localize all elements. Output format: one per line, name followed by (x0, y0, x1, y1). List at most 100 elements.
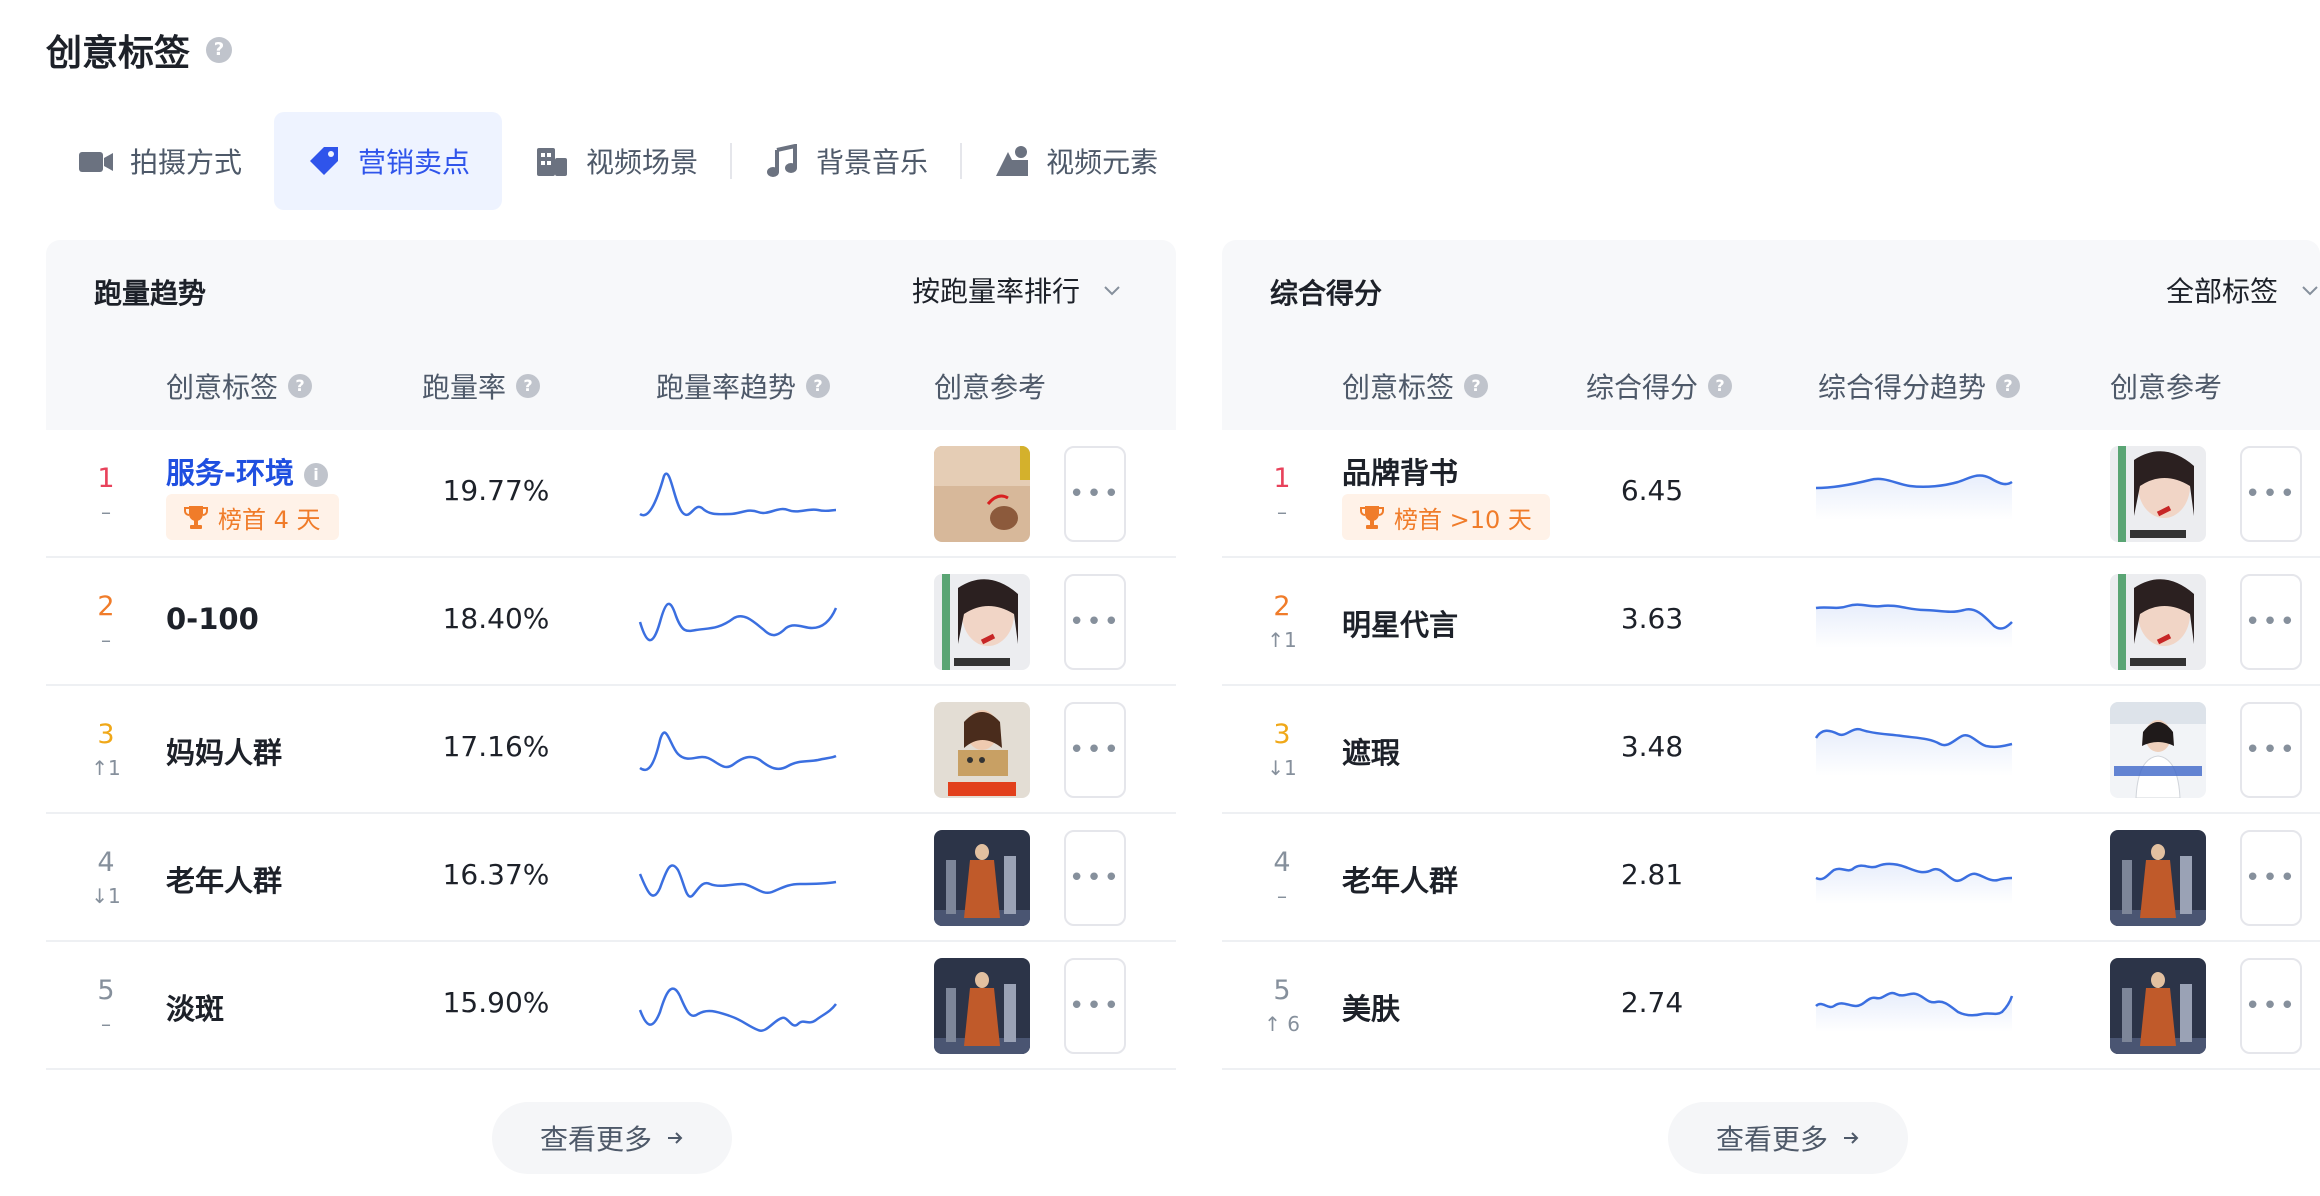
creative-thumbnail[interactable] (2110, 446, 2206, 542)
tag-filter-label: 全部标签 (2165, 275, 2278, 308)
tag-name[interactable]: 淡斑 (166, 986, 224, 1028)
sort-dropdown[interactable]: 按跑量率排行 (912, 270, 1122, 310)
help-icon[interactable]: ? (516, 374, 541, 398)
table-row[interactable]: 3 ↓1 遮瑕 3.48 ••• (1222, 686, 2320, 814)
rank-change: – (1277, 884, 1287, 908)
more-options-button[interactable]: ••• (2240, 830, 2302, 926)
building-icon (534, 143, 570, 179)
shapes-icon (994, 143, 1030, 179)
info-icon[interactable]: i (304, 463, 329, 487)
table-row[interactable]: 3 ↑1 妈妈人群 17.16% ••• (46, 686, 1176, 814)
tab-background-music[interactable]: 背景音乐 (732, 112, 960, 210)
more-options-button[interactable]: ••• (2240, 574, 2302, 670)
creative-thumbnail[interactable] (934, 702, 1030, 798)
table-row[interactable]: 2 ↑1 明星代言 3.63 ••• (1222, 558, 2320, 686)
more-options-button[interactable]: ••• (1064, 446, 1126, 542)
rank-number: 1 (1273, 463, 1291, 494)
sparkline-chart (638, 987, 837, 1032)
table-row[interactable]: 4 ↓1 老年人群 16.37% ••• (46, 814, 1176, 942)
creative-thumbnail[interactable] (2110, 830, 2206, 926)
help-icon[interactable]: ? (1464, 374, 1489, 398)
rank-number: 3 (1273, 719, 1291, 750)
help-icon[interactable]: ? (806, 374, 831, 398)
rank-number: 5 (1273, 975, 1291, 1006)
table-row[interactable]: 2 – 0-100 18.40% ••• (46, 558, 1176, 686)
arrow-right-icon (668, 1132, 683, 1144)
more-options-button[interactable]: ••• (1064, 958, 1126, 1054)
rank-change: ↓1 (1267, 756, 1297, 780)
tag-name[interactable]: 妈妈人群 (166, 730, 282, 772)
column-header-label: 综合得分趋势 (1818, 371, 1987, 404)
table-row[interactable]: 5 – 淡斑 15.90% ••• (46, 942, 1176, 1070)
table-row[interactable]: 1 – 服务-环境 i 榜首 4 天 19.77% ••• (46, 430, 1176, 558)
rank-change: – (101, 500, 111, 524)
tag-name[interactable]: 美肤 (1342, 986, 1400, 1028)
sparkline-chart (639, 472, 837, 517)
more-options-button[interactable]: ••• (1064, 702, 1126, 798)
tag-filter-dropdown[interactable]: 全部标签 (2166, 270, 2320, 310)
tab-label: 视频元素 (1046, 146, 1159, 179)
rank-number: 5 (97, 975, 115, 1006)
tag-name[interactable]: 老年人群 (166, 858, 282, 900)
tab-shooting-method[interactable]: 拍摄方式 (46, 112, 274, 210)
tab-video-elements[interactable]: 视频元素 (962, 112, 1190, 210)
creative-thumbnail[interactable] (2110, 702, 2206, 798)
volume-rate: 16.37% (442, 858, 550, 891)
rank-change: ↓1 (91, 884, 121, 908)
column-header-ref: 创意参考 (934, 366, 1046, 406)
column-header-trend: 跑量率趋势 ? (656, 366, 831, 406)
rank-change: ↑1 (1267, 628, 1297, 652)
overall-score: 3.48 (1620, 730, 1684, 763)
creative-thumbnail[interactable] (934, 446, 1030, 542)
see-more-button[interactable]: 查看更多 (492, 1102, 732, 1174)
tag-name[interactable]: 明星代言 (1342, 602, 1458, 644)
more-options-button[interactable]: ••• (1064, 574, 1126, 670)
sparkline-chart (1815, 991, 2014, 1032)
sparkline-chart (1814, 727, 2013, 776)
tag-name[interactable]: 品牌背书 (1342, 450, 1458, 492)
tab-label: 视频场景 (586, 146, 699, 179)
see-more-button[interactable]: 查看更多 (1668, 1102, 1908, 1174)
rank-number: 3 (97, 719, 115, 750)
tab-marketing-points[interactable]: 营销卖点 (274, 112, 503, 210)
camera-icon (78, 143, 114, 179)
creative-thumbnail[interactable] (2110, 958, 2206, 1054)
rank-change: – (101, 1012, 111, 1036)
tag-name-link[interactable]: 服务-环境 i (166, 450, 329, 492)
tag-name[interactable]: 老年人群 (1342, 858, 1458, 900)
tag-name[interactable]: 0-100 (166, 602, 259, 636)
column-header-trend: 综合得分趋势 ? (1818, 366, 2021, 406)
more-options-button[interactable]: ••• (2240, 958, 2302, 1054)
tag-name-text: 服务-环境 (166, 456, 295, 490)
help-icon[interactable]: ? (288, 374, 313, 398)
rank-change: ↑1 (91, 756, 121, 780)
top-rank-badge: 榜首 4 天 (166, 494, 339, 540)
table-row[interactable]: 1 – 品牌背书 榜首 >10 天 6.45 ••• (1222, 430, 2320, 558)
column-header-label: 跑量率趋势 (656, 371, 797, 404)
tag-name[interactable]: 遮瑕 (1342, 730, 1400, 772)
sparkline-chart (1815, 474, 2013, 520)
sparkline-chart (639, 731, 837, 772)
table-row[interactable]: 4 – 老年人群 2.81 ••• (1222, 814, 2320, 942)
creative-thumbnail[interactable] (934, 574, 1030, 670)
tab-label: 营销卖点 (358, 146, 471, 179)
more-options-button[interactable]: ••• (2240, 446, 2302, 542)
overall-score: 2.74 (1620, 986, 1684, 1019)
overall-score: 2.81 (1620, 858, 1684, 891)
tab-video-scene[interactable]: 视频场景 (502, 112, 730, 210)
creative-thumbnail[interactable] (934, 830, 1030, 926)
tab-label: 拍摄方式 (130, 146, 243, 179)
creative-thumbnail[interactable] (934, 958, 1030, 1054)
help-icon[interactable]: ? (1996, 374, 2021, 398)
column-header-label: 创意参考 (934, 371, 1047, 404)
creative-thumbnail[interactable] (2110, 574, 2206, 670)
more-options-button[interactable]: ••• (1064, 830, 1126, 926)
panel-title: 综合得分 (1270, 277, 1383, 310)
more-options-button[interactable]: ••• (2240, 702, 2302, 798)
column-header-ref: 创意参考 (2110, 366, 2222, 406)
arrow-right-icon (1844, 1132, 1859, 1144)
help-icon[interactable]: ? (206, 37, 233, 63)
volume-rate: 19.77% (442, 474, 550, 507)
table-row[interactable]: 5 ↑ 6 美肤 2.74 ••• (1222, 942, 2320, 1070)
help-icon[interactable]: ? (1708, 374, 1733, 398)
